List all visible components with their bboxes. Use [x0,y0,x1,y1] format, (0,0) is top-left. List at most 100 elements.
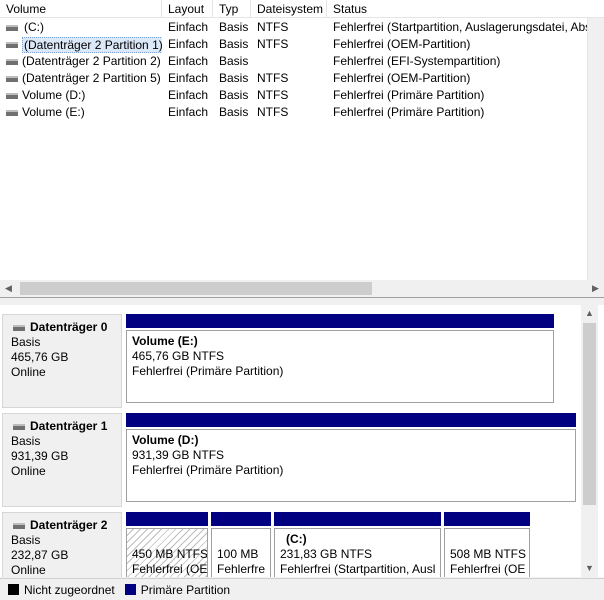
partition-size: 231,83 GB NTFS [280,547,373,561]
volume-name-cell: (Datenträger 2 Partition 1) [6,36,162,53]
volume-layout: Einfach [168,88,209,102]
partition-block[interactable]: Volume (D:) 931,39 GB NTFS Fehlerfrei (P… [126,413,576,502]
volume-row[interactable]: (Datenträger 2 Partition 5) Einfach Basi… [0,70,604,87]
volume-name: (Datenträger 2 Partition 5) [22,71,161,85]
volume-filesystem: NTFS [257,71,289,85]
partition-status: Fehlerfrei (OE [450,562,526,576]
volume-drive-icon [6,92,18,99]
horizontal-scroll-thumb[interactable] [20,282,372,295]
disk-title-row: Datenträger 1 [11,419,121,434]
disk-size: 465,76 GB [11,350,69,364]
volume-typ: Basis [219,37,249,51]
volume-status: Fehlerfrei (Primäre Partition) [333,88,485,102]
volume-row[interactable]: Volume (D:) Einfach Basis NTFS Fehlerfre… [0,87,604,104]
disk-row-1: Datenträger 1 Basis 931,39 GB Online Vol… [0,413,580,507]
disk-type: Basis [11,434,41,448]
disk-map-vertical-scrollbar[interactable]: ▲ ▼ [581,305,598,577]
partition-bar [211,512,271,526]
legend-swatch-unallocated [8,584,19,595]
volume-name: (Datenträger 2 Partition 1) [22,36,162,53]
scroll-down-icon[interactable]: ▼ [581,560,598,577]
volume-name-cell: (C:) [6,19,162,36]
column-header-volume[interactable]: Volume [0,0,162,18]
disk-size: 232,87 GB [11,548,69,562]
disk-row-0: Datenträger 0 Basis 465,76 GB Online Vol… [0,314,580,408]
scroll-up-icon[interactable]: ▲ [581,305,598,322]
volume-typ: Basis [219,54,249,68]
disk-row-2: Datenträger 2 Basis 232,87 GB Online 450… [0,512,580,577]
volume-row[interactable]: Volume (E:) Einfach Basis NTFS Fehlerfre… [0,104,604,121]
volume-name: Volume (D:) [22,88,86,102]
disk-map-pane: Datenträger 0 Basis 465,76 GB Online Vol… [0,305,604,577]
volume-filesystem [257,53,327,70]
volume-filesystem: NTFS [257,20,289,34]
partition-status: Fehlerfrei (OE [132,562,208,576]
volume-list-horizontal-scrollbar[interactable]: ◀ ▶ [0,280,604,297]
volume-row[interactable]: (Datenträger 2 Partition 2) Einfach Basi… [0,53,604,70]
partition-body: 450 MB NTFS Fehlerfrei (OE [126,528,208,577]
volume-status: Fehlerfrei (Startpartition, Auslagerungs… [333,20,597,34]
disk-drive-icon [13,522,25,529]
disk-title: Datenträger 1 [30,419,108,433]
legend-label-unallocated: Nicht zugeordnet [24,582,115,597]
partition-name: (C:) [286,532,307,546]
disk-drive-icon [13,423,25,430]
volume-name-cell: Volume (E:) [6,104,162,121]
partition-bar [126,413,576,427]
volume-typ: Basis [219,20,249,34]
volume-filesystem: NTFS [257,88,289,102]
disk-state: Online [11,563,46,577]
scroll-right-icon[interactable]: ▶ [587,280,604,297]
volume-status: Fehlerfrei (OEM-Partition) [333,37,471,51]
volume-filesystem: NTFS [257,105,289,119]
column-header-status[interactable]: Status [327,0,604,18]
volume-list-vertical-scrollbar[interactable] [587,18,604,280]
column-header-bar: Volume Layout Typ Dateisystem Status [0,0,604,18]
disk-info-2[interactable]: Datenträger 2 Basis 232,87 GB Online [2,512,122,577]
volume-layout: Einfach [168,20,209,34]
partition-status: Fehlerfrei (Primäre Partition) [132,364,284,378]
partition-size: 508 MB NTFS [450,547,527,561]
disk-title: Datenträger 0 [30,320,108,334]
partition-body: 508 MB NTFS Fehlerfrei (OE [444,528,530,577]
disk-type: Basis [11,335,41,349]
volume-name-cell: Volume (D:) [6,87,162,104]
partition-block[interactable]: 100 MB Fehlerfre [211,512,271,577]
volume-filesystem: NTFS [257,37,289,51]
volume-name: (Datenträger 2 Partition 2) [22,54,161,68]
partition-status: Fehlerfre [217,562,266,576]
volume-status: Fehlerfrei (Primäre Partition) [333,105,485,119]
partition-block[interactable]: 508 MB NTFS Fehlerfrei (OE [444,512,530,577]
volume-drive-icon [6,41,18,48]
legend-label-primary: Primäre Partition [140,582,231,597]
partition-block[interactable]: (C:) 231,83 GB NTFS Fehlerfrei (Startpar… [274,512,441,577]
volume-rows: (C:) Einfach Basis NTFS Fehlerfrei (Star… [0,19,604,121]
scroll-left-icon[interactable]: ◀ [0,280,17,297]
partition-bar [126,314,554,328]
vertical-scroll-thumb[interactable] [583,323,596,505]
partition-size: 450 MB NTFS [132,547,208,561]
partition-status: Fehlerfrei (Startpartition, Ausl [280,562,436,576]
volume-row[interactable]: (C:) Einfach Basis NTFS Fehlerfrei (Star… [0,19,604,36]
partition-body: Volume (D:) 931,39 GB NTFS Fehlerfrei (P… [126,429,576,502]
partition-name: Volume (E:) [132,334,198,348]
partition-size: 465,76 GB NTFS [132,349,225,363]
column-header-layout[interactable]: Layout [162,0,213,18]
volume-drive-icon [6,75,18,82]
disk-info-1[interactable]: Datenträger 1 Basis 931,39 GB Online [2,413,122,507]
volume-name-cell: (Datenträger 2 Partition 2) [6,53,162,70]
partition-block[interactable]: Volume (E:) 465,76 GB NTFS Fehlerfrei (P… [126,314,554,403]
volume-name-cell: (Datenträger 2 Partition 5) [6,70,162,87]
disk-info-0[interactable]: Datenträger 0 Basis 465,76 GB Online [2,314,122,408]
volume-row-selected[interactable]: (Datenträger 2 Partition 1) Einfach Basi… [0,36,604,53]
column-header-dateisystem[interactable]: Dateisystem [251,0,327,18]
volume-layout: Einfach [168,105,209,119]
volume-drive-icon [6,24,18,31]
column-header-typ[interactable]: Typ [213,0,251,18]
partition-name: Volume (D:) [132,433,199,447]
disk-state: Online [11,365,46,379]
disk-type: Basis [11,533,41,547]
volume-layout: Einfach [168,71,209,85]
partition-block-selected[interactable]: 450 MB NTFS Fehlerfrei (OE [126,512,208,577]
partition-size: 100 MB [217,547,259,561]
